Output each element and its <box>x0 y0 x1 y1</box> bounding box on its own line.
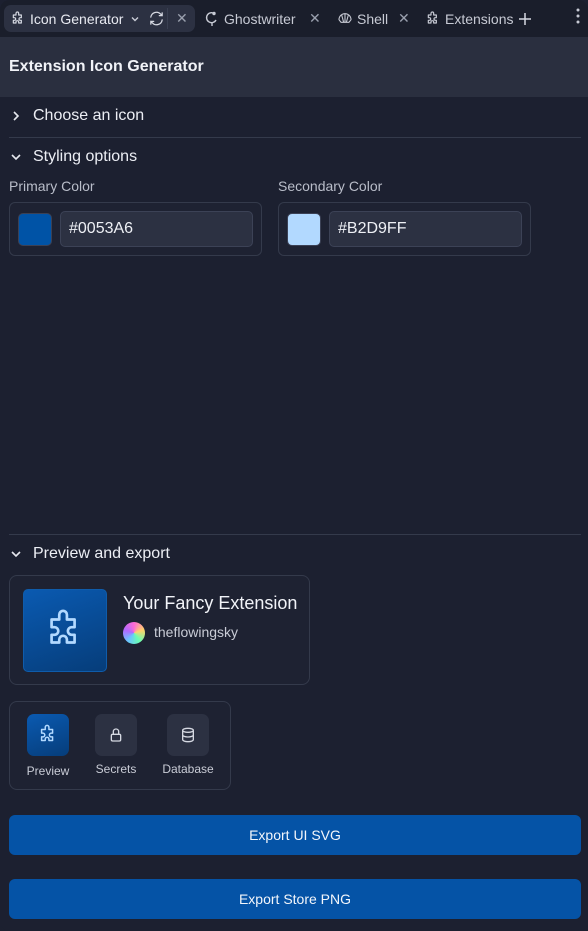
more-vertical-icon[interactable] <box>576 8 580 29</box>
tab-divider <box>167 8 168 29</box>
preview-tabs-card: Preview Secrets Database <box>9 701 231 790</box>
lock-icon <box>108 727 124 743</box>
database-icon <box>180 727 196 743</box>
puzzle-icon <box>425 10 441 27</box>
avatar <box>123 622 145 644</box>
database-tab-button[interactable] <box>167 714 209 756</box>
primary-color-label: Primary Color <box>9 178 95 194</box>
section-styling-options[interactable]: Styling options <box>9 148 137 166</box>
close-icon[interactable]: ✕ <box>309 5 321 32</box>
extension-icon-tile <box>23 589 107 672</box>
page-title: Extension Icon Generator <box>9 58 204 75</box>
app-window: Icon Generator ✕ Ghostwriter ✕ Shell ✕ E… <box>0 0 588 931</box>
section-title: Choose an icon <box>33 107 145 124</box>
close-icon[interactable]: ✕ <box>176 5 188 32</box>
secrets-tab-button[interactable] <box>95 714 137 756</box>
ghost-icon <box>205 11 219 27</box>
secondary-color-field: #B2D9FF <box>278 202 531 256</box>
tab-icon-generator[interactable]: Icon Generator ✕ <box>4 5 195 32</box>
tab-label: Ghostwriter <box>224 10 296 27</box>
tab-bar: Icon Generator ✕ Ghostwriter ✕ Shell ✕ E… <box>0 0 588 37</box>
section-preview-export[interactable]: Preview and export <box>9 545 170 563</box>
divider <box>9 137 581 138</box>
author-name: theflowingsky <box>154 624 239 640</box>
database-tab-label: Database <box>162 762 214 776</box>
preview-tab-button[interactable] <box>27 714 69 756</box>
chevron-down-icon <box>9 150 23 164</box>
export-ui-svg-button[interactable]: Export UI SVG <box>9 815 581 855</box>
secondary-color-input[interactable]: #B2D9FF <box>329 211 522 247</box>
chevron-right-icon <box>9 109 23 123</box>
primary-color-input[interactable]: #0053A6 <box>60 211 253 247</box>
secondary-color-label: Secondary Color <box>278 178 383 194</box>
secrets-tab-label: Secrets <box>95 762 137 776</box>
refresh-icon[interactable] <box>148 5 165 32</box>
page-header: Extension Icon Generator <box>0 37 588 97</box>
puzzle-icon <box>10 5 26 32</box>
primary-color-field: #0053A6 <box>9 202 262 256</box>
tab-extensions[interactable]: Extensions <box>425 5 513 32</box>
section-title: Preview and export <box>33 545 170 562</box>
section-choose-icon[interactable]: Choose an icon <box>9 107 144 125</box>
secondary-color-swatch[interactable] <box>287 213 321 246</box>
new-tab-plus-icon[interactable] <box>518 5 532 32</box>
extension-preview-card: Your Fancy Extension theflowingsky <box>9 575 310 685</box>
extension-name: Your Fancy Extension <box>123 593 298 613</box>
tab-label: Extensions <box>445 10 514 27</box>
puzzle-icon <box>42 608 88 654</box>
close-icon[interactable]: ✕ <box>398 5 410 32</box>
tab-label: Icon Generator <box>30 10 124 27</box>
tab-ghostwriter[interactable]: Ghostwriter <box>205 5 296 32</box>
shell-icon <box>337 11 353 27</box>
export-store-png-button[interactable]: Export Store PNG <box>9 879 581 919</box>
puzzle-icon <box>37 724 59 746</box>
tab-shell[interactable]: Shell <box>337 5 388 32</box>
section-title: Styling options <box>33 148 138 165</box>
chevron-down-icon <box>9 547 23 561</box>
divider <box>9 534 581 535</box>
primary-color-swatch[interactable] <box>18 213 52 246</box>
preview-tab-label: Preview <box>26 764 70 778</box>
chevron-down-icon[interactable] <box>130 5 140 32</box>
tab-label: Shell <box>357 10 389 27</box>
